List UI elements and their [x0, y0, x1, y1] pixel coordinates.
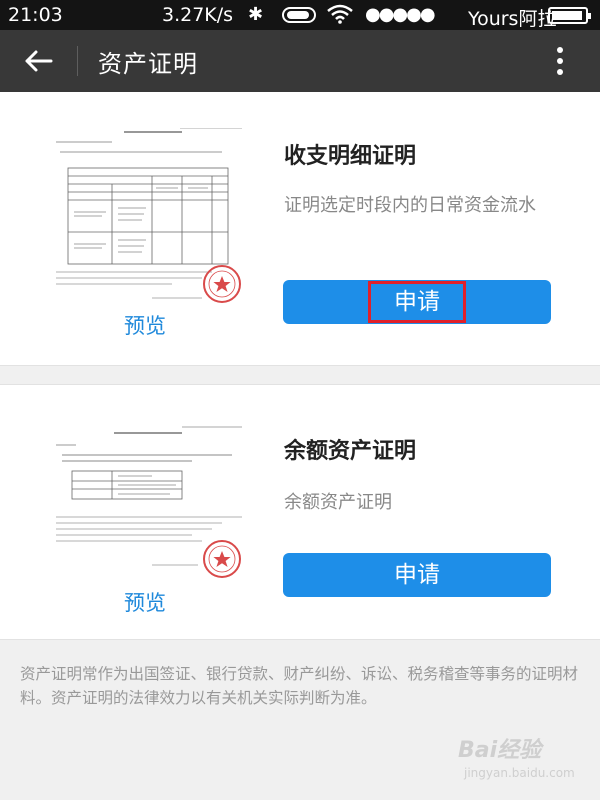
- watermark-url: jingyan.baidu.com: [464, 766, 575, 780]
- page-title: 资产证明: [98, 50, 198, 78]
- battery-saver-icon: [282, 7, 316, 23]
- more-options-button[interactable]: [540, 40, 580, 82]
- preview-link[interactable]: 预览: [124, 310, 166, 340]
- more-vert-icon: [557, 47, 563, 53]
- back-button[interactable]: [14, 40, 62, 82]
- card-title: 收支明细证明: [284, 144, 417, 169]
- card-description: 余额资产证明: [284, 492, 392, 513]
- wifi-icon: [326, 4, 354, 29]
- income-expense-certificate-card: 预览 收支明细证明 证明选定时段内的日常资金流水 申请: [0, 92, 600, 366]
- status-carrier: Yours阿拉: [468, 8, 557, 30]
- back-arrow-icon: [25, 50, 53, 72]
- apply-button[interactable]: 申请: [283, 553, 551, 597]
- status-bar: 21:03 3.27K/s ✱ ●●●●● Yours阿拉: [0, 0, 600, 30]
- document-thumbnail[interactable]: [52, 425, 248, 585]
- status-speed: 3.27K/s: [162, 4, 234, 26]
- app-toolbar: 资产证明: [0, 30, 600, 92]
- baidu-watermark-logo: Bai经验 jingyan.baidu.com: [458, 732, 590, 794]
- document-preview-image-icon: [52, 127, 248, 306]
- toolbar-divider: [77, 46, 78, 76]
- card-title: 余额资产证明: [284, 439, 417, 464]
- footer-disclaimer: 资产证明常作为出国签证、银行贷款、财产纠纷、诉讼、税务稽查等事务的证明材料。资产…: [20, 665, 579, 707]
- bluetooth-icon: ✱: [248, 4, 264, 25]
- apply-button-label: 申请: [394, 562, 440, 588]
- preview-link[interactable]: 预览: [124, 587, 166, 617]
- watermark-text: Bai经验: [458, 738, 542, 763]
- apply-button[interactable]: 申请: [283, 280, 551, 324]
- battery-icon: [548, 7, 591, 24]
- signal-strength-icon: ●●●●●: [365, 4, 436, 25]
- highlight-annotation: [368, 281, 466, 323]
- document-thumbnail[interactable]: [52, 127, 248, 306]
- status-time: 21:03: [8, 4, 63, 26]
- document-preview-image-icon: [52, 425, 248, 585]
- card-description: 证明选定时段内的日常资金流水: [284, 195, 536, 216]
- balance-asset-certificate-card: 预览 余额资产证明 余额资产证明 申请: [0, 384, 600, 640]
